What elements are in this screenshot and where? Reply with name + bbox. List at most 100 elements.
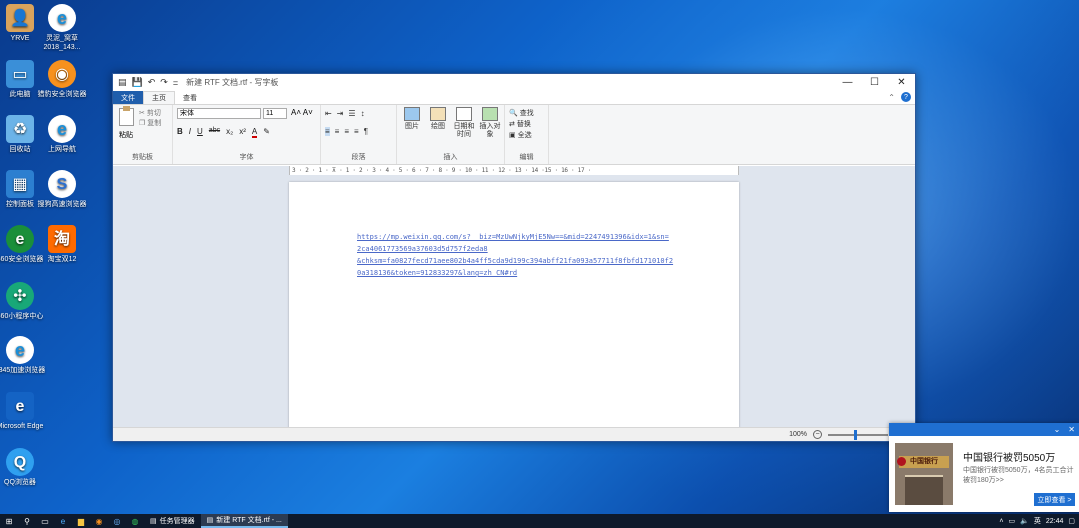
tab-view[interactable]: 查看 [175,91,205,104]
search-icon[interactable]: ⚲ [18,514,36,528]
bold-button[interactable]: B [177,127,183,138]
chevron-down-icon[interactable]: ⌄ [1054,425,1061,434]
increase-indent-icon[interactable]: ⇥ [337,109,344,118]
desktop-icon-edge[interactable]: e Microsoft Edge [0,392,48,431]
find-button[interactable]: 🔍 查找 [509,108,534,118]
view-now-button[interactable]: 立即查看 > [1034,493,1075,506]
align-center-icon[interactable]: ≡ [335,127,340,136]
input-language[interactable]: 英 [1034,516,1041,526]
italic-button[interactable]: I [189,127,191,138]
select-all-button[interactable]: ▣ 全选 [509,130,532,140]
browser-icon[interactable]: ◎ [108,514,126,528]
network-icon[interactable]: ▭ [1009,517,1016,525]
paste-button[interactable]: 粘贴 [119,130,133,140]
superscript-button[interactable]: x² [239,127,246,138]
zoom-slider-thumb[interactable] [854,429,857,440]
cut-button[interactable]: ✂ 剪切 [139,108,161,118]
paint-icon [430,107,446,121]
highlight-button[interactable]: ✎ [263,127,270,138]
zoom-out-icon[interactable]: − [813,430,822,439]
document-page[interactable]: https://mp.weixin.qq.com/s?__biz=MzUwNjk… [289,182,739,428]
360-icon[interactable]: ◍ [126,514,144,528]
paragraph-settings-icon[interactable]: ¶ [364,127,368,136]
bank-photo[interactable]: 中国银行 [895,443,953,505]
collapse-ribbon-icon[interactable]: ⌃ [888,93,895,102]
bullets-icon[interactable]: ☰ [348,109,355,118]
desktop-icon-nav[interactable]: e 上网导航 [34,115,90,154]
wordpad-icon: ▤ [206,517,214,524]
line-spacing-icon[interactable]: ↕ [361,109,365,118]
minimize-button[interactable]: — [834,74,861,91]
redo-icon[interactable]: ↷ [160,77,168,88]
desktop-icon-2345[interactable]: e 2345加速浏览器 [0,336,48,375]
desktop-icon-liebao[interactable]: ◉ 猎豹安全浏览器 [34,60,90,99]
font-color-button[interactable]: A [251,127,258,138]
desktop-icon-sogou[interactable]: S 搜狗高速浏览器 [34,170,90,209]
help-icon[interactable]: ? [901,92,911,102]
taskbar-app-wordpad[interactable]: ▤ 新建 RTF 文档.rtf - ... [200,514,288,528]
date-time-button[interactable]: 日期和时间 [453,107,475,139]
document-line[interactable]: 2ca4061773569a37603d5d757f2eda8 [357,243,677,255]
underline-button[interactable]: U [197,127,203,138]
notification-title[interactable]: 中国银行被罚5050万 [963,449,1055,464]
desktop-icon-ie-shortcut[interactable]: e 灵泥_窝草 2018_143... [34,4,90,52]
document-line[interactable]: 0a318136&token=912833297&lang=zh_CN#rd [357,267,677,279]
chevron-up-icon[interactable]: ˄ [999,518,1003,525]
close-icon[interactable]: ✕ [1068,425,1075,434]
desktop-icon-taobao[interactable]: 淘 淘宝双12 [34,225,90,264]
browser-icon[interactable]: ◉ [90,514,108,528]
ie-icon: e [6,336,34,364]
close-button[interactable]: ✕ [888,74,915,91]
ruler: 3 · 2 · 1 · ⊼ · 1 · 2 · 3 · 4 · 5 · 6 · … [113,166,915,175]
subscript-button[interactable]: x₂ [226,127,233,138]
decrease-indent-icon[interactable]: ⇤ [325,109,332,118]
font-family-select[interactable]: 宋体 [177,108,261,119]
paragraph-group-label: 段落 [351,154,366,161]
tab-file[interactable]: 文件 [113,91,143,104]
file-explorer-icon[interactable]: ▆ [72,514,90,528]
save-icon[interactable]: 💾 [132,77,143,88]
desktop-icon-qq-browser[interactable]: Q QQ浏览器 [0,448,48,487]
start-windows-icon[interactable]: ⊞ [0,514,18,528]
document-text[interactable]: https://mp.weixin.qq.com/s?__biz=MzUwNjk… [357,231,677,279]
document-line[interactable]: &chksm=fa0827fecd71aee802b4a4ff5cda9d199… [357,255,677,267]
paint-drawing-button[interactable]: 绘图 [427,107,449,131]
edge-icon: e [6,392,34,420]
ie-icon[interactable]: e [54,514,72,528]
desktop-icon-360-mini[interactable]: ✣ 360小程序中心 [0,282,48,321]
copy-button[interactable]: ❐ 复制 [139,118,161,128]
tab-home[interactable]: 主页 [143,91,175,104]
object-icon [482,107,498,121]
notification-header: ⌄ ✕ [889,423,1079,436]
taskbar-app-task-manager[interactable]: ▤ 任务管理器 [144,514,201,528]
notification-body: 中国银行被罚5050万，4名员工合计被罚180万>> [963,467,1074,484]
paste-icon[interactable] [119,106,134,126]
app-menu-icon[interactable]: ▤ [118,77,127,88]
document-line[interactable]: https://mp.weixin.qq.com/s?__biz=MzUwNjk… [357,231,677,243]
align-left-icon[interactable]: ≡ [325,127,330,136]
system-tray: ˄ ▭ 🔈 英 22:44 ▢ [999,514,1079,528]
insert-picture-button[interactable]: 图片 [401,107,423,131]
maximize-button[interactable]: ☐ [861,74,888,91]
ie-icon: e [48,4,76,32]
notification-center-icon[interactable]: ▢ [1068,517,1075,525]
computer-icon: ▭ [6,60,34,88]
task-view-icon[interactable]: ▭ [36,514,54,528]
font-size-select[interactable]: 11 [263,108,287,119]
font-group: 宋体 11 A˄ A˅ B I U abc x₂ x² A ✎ 字体 [173,105,321,164]
grow-font-icon[interactable]: A˄ A˅ [291,108,313,117]
justify-icon[interactable]: ≡ [354,127,359,136]
insert-object-button[interactable]: 插入对象 [479,107,501,139]
volume-icon[interactable]: 🔈 [1020,517,1029,525]
replace-button[interactable]: ⇄ 替换 [509,119,531,129]
ruler-scale[interactable]: 3 · 2 · 1 · ⊼ · 1 · 2 · 3 · 4 · 5 · 6 · … [289,166,739,175]
align-right-icon[interactable]: ≡ [344,127,349,136]
strikethrough-button[interactable]: abc [209,127,220,138]
clock[interactable]: 22:44 [1046,518,1064,525]
undo-icon[interactable]: ↶ [148,77,156,88]
title-bar: ▤ 💾 ↶ ↷ = 新建 RTF 文档.rtf - 写字板 — ☐ ✕ [113,74,915,91]
ribbon-tabs: 文件 主页 查看 ⌃ ? [113,91,915,104]
news-notification[interactable]: ⌄ ✕ 中国银行 中国银行被罚5050万 中国银行被罚5050万，4名员工合计被… [889,423,1079,512]
zoom-slider[interactable] [828,429,888,440]
customize-qat-icon[interactable]: = [173,78,178,88]
